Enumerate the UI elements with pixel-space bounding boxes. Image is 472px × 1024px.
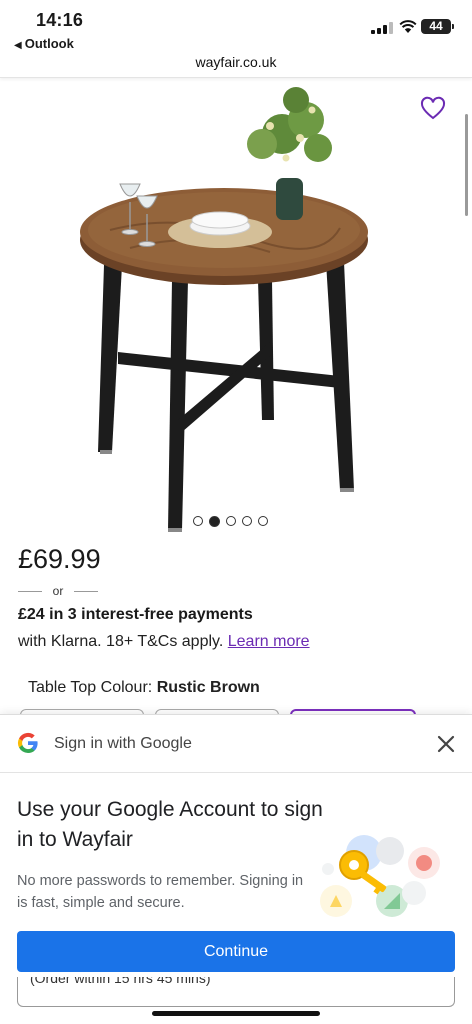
cellular-signal-icon (371, 22, 393, 34)
battery-icon: 44 (421, 19, 454, 34)
address-bar[interactable]: wayfair.co.uk (0, 50, 472, 78)
gallery-dot[interactable] (258, 516, 268, 526)
product-image[interactable] (0, 80, 472, 540)
sheet-header: Sign in with Google (0, 715, 472, 773)
status-time: 14:16 (36, 10, 84, 30)
gallery-dot[interactable] (226, 516, 236, 526)
status-bar: 14:16 ◀ Outlook 44 (0, 0, 472, 51)
klarna-title: £24 in 3 interest-free payments (18, 606, 253, 623)
gallery-dot[interactable] (193, 516, 203, 526)
table-legs (98, 262, 354, 530)
page: 14:16 ◀ Outlook 44 wayfair.co.uk £69.99 … (0, 0, 472, 1024)
learn-more-link[interactable]: Learn more (228, 633, 310, 650)
sheet-description: No more passwords to remember. Signing i… (17, 873, 304, 911)
klarna-subtitle: with Klarna. 18+ T&Cs apply. Learn more (18, 633, 310, 651)
delivery-info-text: (Order within 15 hrs 45 mins) (30, 977, 211, 986)
back-app-label: Outlook (24, 36, 74, 51)
home-indicator[interactable] (152, 1011, 320, 1016)
scrollbar[interactable] (465, 114, 468, 216)
wifi-icon (399, 20, 417, 33)
colour-selector-label: Table Top Colour: Rustic Brown (28, 679, 260, 697)
colour-value: Rustic Brown (156, 679, 260, 696)
gallery-pagination[interactable] (193, 516, 283, 528)
colour-label: Table Top Colour: (28, 679, 153, 696)
google-sign-in-sheet: Sign in with Google Use your Google Acco… (0, 714, 472, 1024)
gallery-dot[interactable] (242, 516, 252, 526)
klarna-terms: with Klarna. 18+ T&Cs apply. (18, 633, 224, 650)
passkey-illustration-icon (320, 835, 440, 917)
close-icon[interactable] (434, 732, 458, 756)
sheet-header-title: Sign in with Google (54, 735, 192, 752)
back-to-app-link[interactable]: ◀ Outlook (14, 36, 74, 51)
gallery-dot-active[interactable] (209, 516, 220, 527)
sheet-title: Use your Google Account to sign in to Wa… (17, 798, 323, 851)
product-price: £69.99 (18, 544, 101, 574)
google-logo-icon (17, 732, 38, 753)
favorite-heart-icon[interactable] (420, 96, 446, 122)
delivery-info-box: (Order within 15 hrs 45 mins) (17, 977, 455, 1007)
continue-button[interactable]: Continue (17, 931, 455, 972)
or-divider: or (18, 584, 98, 598)
